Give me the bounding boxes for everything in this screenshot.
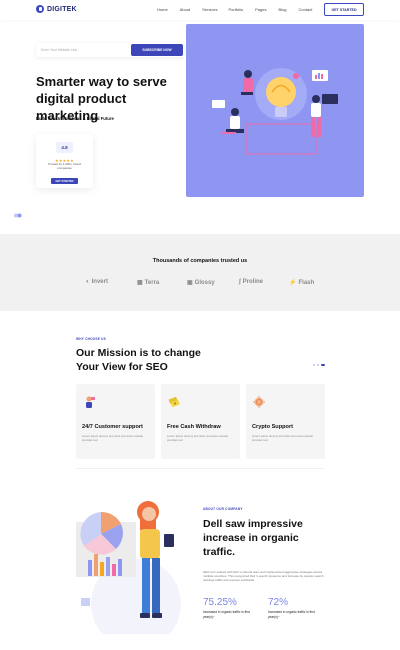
- glossy-logo-icon: ▣: [187, 280, 193, 286]
- brand-name: Glossy: [194, 279, 215, 286]
- subscribe-form: Enter Your Website Link SUBSCRIBE NOW: [36, 43, 184, 57]
- feature-card-crypto[interactable]: Crypto Support Lorem ipsum dummy text do…: [246, 384, 325, 459]
- cash-stack-icon: [168, 396, 180, 408]
- rating-card: 4.8 ★★★★★ Trusted by 1,000+ Invent compa…: [36, 134, 93, 188]
- support-person-icon: [86, 396, 95, 408]
- feature-card-support[interactable]: 24/7 Customer support Lorem ipsum dummy …: [76, 384, 155, 459]
- nav-item-contact[interactable]: Contact: [299, 7, 313, 12]
- brand-proline: ∫ Proline: [239, 279, 263, 285]
- terra-logo-icon: ▦: [137, 280, 143, 286]
- mission-title: Our Mission is to change Your View for S…: [76, 347, 201, 373]
- get-started-button[interactable]: GET STARTED: [324, 3, 364, 16]
- site-header: DIGITEK Home About Services Portfolio Pa…: [0, 0, 400, 20]
- trusted-title: Thousands of companies trusted us: [152, 258, 248, 264]
- rating-trusted-text: Trusted by 1,000+ Invent companies: [47, 162, 82, 170]
- nav-item-services[interactable]: Services: [202, 7, 217, 12]
- hero-illustration: [186, 24, 364, 197]
- main-nav: Home About Services Portfolio Pages Blog…: [157, 7, 324, 12]
- feature-card-desc: Lorem ipsum dummy text dolor text amet c…: [252, 434, 314, 442]
- about-title: Dell saw impressive increase in organic …: [203, 518, 303, 558]
- stat-organic-traffic-2: 72% Increased in organic traffic in firs…: [268, 597, 323, 619]
- brand-logos: ◐ Invert ▦ Terra ▣ Glossy ∫ Proline ⚡ Fl…: [86, 279, 316, 289]
- logo[interactable]: DIGITEK: [36, 5, 77, 13]
- section-label: WHY CHOOSE US: [76, 337, 106, 341]
- analytics-woman-illustration: [76, 501, 181, 649]
- stat-organic-traffic: 75.25% Increased in organic traffic in f…: [203, 597, 258, 619]
- slider-dots[interactable]: [313, 364, 325, 366]
- brand-terra: ▦ Terra: [137, 279, 160, 287]
- brand-invert: ◐ Invert: [86, 279, 108, 285]
- circle-logo-icon: ◐: [86, 279, 90, 285]
- crypto-coin-icon: [253, 396, 265, 408]
- feature-card-title: 24/7 Customer support: [82, 424, 143, 430]
- subscribe-button[interactable]: SUBSCRIBE NOW: [131, 44, 183, 56]
- feature-card-title: Crypto Support: [252, 424, 294, 430]
- stat-label: Increased in organic traffic in first ye…: [203, 610, 250, 619]
- brand-name: Terra: [144, 279, 160, 286]
- stat-label: Increased in organic traffic in first ye…: [268, 610, 315, 619]
- about-illustration: [76, 494, 201, 649]
- feature-card-cash[interactable]: Free Cash Withdraw Lorem ipsum dummy tex…: [161, 384, 240, 459]
- feature-card-desc: Lorem ipsum dummy text dolor text amet c…: [167, 434, 229, 442]
- nav-item-pages[interactable]: Pages: [255, 7, 266, 12]
- stat-value: 75.25%: [203, 597, 237, 608]
- rating-score: 4.8: [56, 142, 73, 153]
- nav-item-blog[interactable]: Blog: [279, 7, 287, 12]
- slider-dot[interactable]: [313, 364, 315, 366]
- nav-item-portfolio[interactable]: Portfolio: [228, 7, 243, 12]
- feature-card-desc: Lorem ipsum dummy text dolor text amet c…: [82, 434, 144, 442]
- about-description: SEO.com worked with Dell 's internal tea…: [203, 570, 324, 582]
- brand-name: Flash: [298, 279, 315, 286]
- stat-value: 72%: [268, 597, 289, 608]
- brand-glossy: ▣ Glossy: [187, 279, 215, 287]
- feature-card-title: Free Cash Withdraw: [167, 424, 221, 430]
- trusted-band: [0, 234, 400, 311]
- brand-flash: ⚡ Flash: [289, 279, 315, 287]
- proline-logo-icon: ∫: [239, 279, 241, 285]
- slider-dot[interactable]: [317, 364, 319, 366]
- nav-item-home[interactable]: Home: [157, 7, 168, 12]
- brand-name: Invert: [91, 279, 108, 285]
- scroll-indicator-icon[interactable]: [14, 213, 22, 218]
- flash-logo-icon: ⚡: [289, 280, 297, 286]
- brand-name: Proline: [242, 279, 263, 285]
- logo-icon: [36, 5, 44, 13]
- website-link-input[interactable]: Enter Your Website Link: [41, 48, 77, 52]
- nav-item-about[interactable]: About: [180, 7, 190, 12]
- slider-dot-active[interactable]: [321, 364, 325, 366]
- rating-get-started-button[interactable]: GET STARTED: [51, 178, 78, 184]
- logo-text: DIGITEK: [47, 5, 77, 13]
- hero-subtitle: Build Your Innovations & Digital Future: [36, 116, 114, 121]
- section-divider: [76, 468, 324, 469]
- marketing-team-illustration: [212, 68, 338, 155]
- section-label: ABOUT OUR COMPANY: [203, 507, 243, 511]
